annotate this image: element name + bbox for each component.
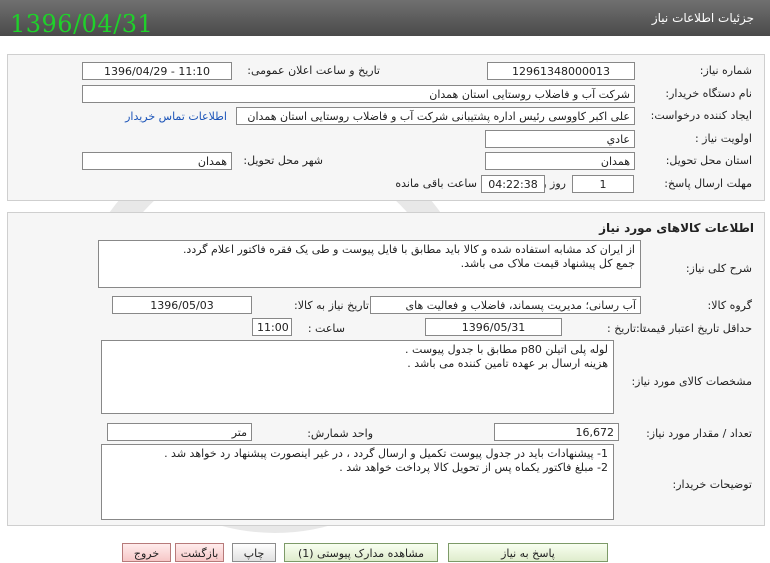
goods-section-title: اطلاعات کالاهای مورد نیاز: [599, 221, 754, 235]
reply-button[interactable]: پاسخ به نیاز: [448, 543, 608, 562]
priority-label: اولویت نیاز :: [694, 132, 752, 145]
unit-field: متر: [107, 423, 252, 441]
deadline-label: مهلت ارسال پاسخ:: [664, 177, 752, 190]
qty-field: 16,672: [494, 423, 619, 441]
announce-label: تاریخ و ساعت اعلان عمومی:: [247, 64, 380, 77]
province-field: همدان: [485, 152, 635, 170]
buyer-notes-field: 1- پیشنهادات باید در جدول پیوست تکمیل و …: [101, 444, 614, 520]
need-number-field: 12961348000013: [487, 62, 635, 80]
remaining-label: ساعت باقی مانده: [395, 177, 477, 190]
buyer-org-field: شرکت آب و فاضلاب روستایی استان همدان: [82, 85, 635, 103]
need-date-label: تاریخ نیاز به کالا:: [294, 299, 369, 312]
qty-label: تعداد / مقدار مورد نیاز:: [646, 427, 752, 440]
view-attachments-button[interactable]: مشاهده مدارک پیوستی (1): [284, 543, 438, 562]
exit-button[interactable]: خروج: [122, 543, 171, 562]
requester-field: علی اکبر کاووسی رئیس اداره پشتیبانی شرکت…: [236, 107, 635, 125]
buyer-org-label: نام دستگاه خریدار:: [665, 87, 752, 100]
city-label: شهر محل تحویل:: [243, 154, 323, 167]
min-price-label: حداقل تاریخ اعتبار قیمت:: [636, 322, 752, 335]
deadline-days-field: 1: [572, 175, 634, 193]
province-label: استان محل تحویل:: [665, 154, 752, 167]
need-date-field: 1396/05/03: [112, 296, 252, 314]
back-button[interactable]: بازگشت: [175, 543, 224, 562]
buyer-contact-link[interactable]: اطلاعات تماس خریدار: [125, 110, 227, 123]
specs-field: لوله پلی اتیلن p80 مطابق با جدول پیوست .…: [101, 340, 614, 414]
requester-label: ایجاد کننده درخواست:: [650, 109, 752, 122]
general-desc-field: از ایران کد مشابه استفاده شده و کالا بای…: [98, 240, 641, 288]
unit-label: واحد شمارش:: [307, 427, 373, 440]
until-date-label: تا تاریخ :: [607, 322, 646, 335]
buyer-notes-label: توضیحات خریدار:: [672, 478, 753, 491]
general-desc-label: شرح کلی نیاز:: [685, 262, 752, 275]
city-field: همدان: [82, 152, 232, 170]
time-field: 11:00: [252, 318, 292, 336]
print-button[interactable]: چاپ: [232, 543, 276, 562]
date-stamp: 1396/04/31: [10, 10, 154, 38]
page-title: جزئیات اطلاعات نیاز: [651, 11, 754, 25]
announce-field: 1396/04/29 - 11:10: [82, 62, 232, 80]
until-date-field: 1396/05/31: [425, 318, 562, 336]
specs-label: مشخصات کالای مورد نیاز:: [631, 375, 752, 388]
group-field: آب رسانی؛ مدیریت پسماند، فاضلاب و فعالیت…: [370, 296, 641, 314]
time-label: ساعت :: [307, 322, 345, 335]
priority-field: عادي: [485, 130, 635, 148]
group-label: گروه کالا:: [707, 299, 752, 312]
deadline-time-field: 04:22:38: [481, 175, 545, 193]
need-number-label: شماره نیاز:: [699, 64, 752, 77]
